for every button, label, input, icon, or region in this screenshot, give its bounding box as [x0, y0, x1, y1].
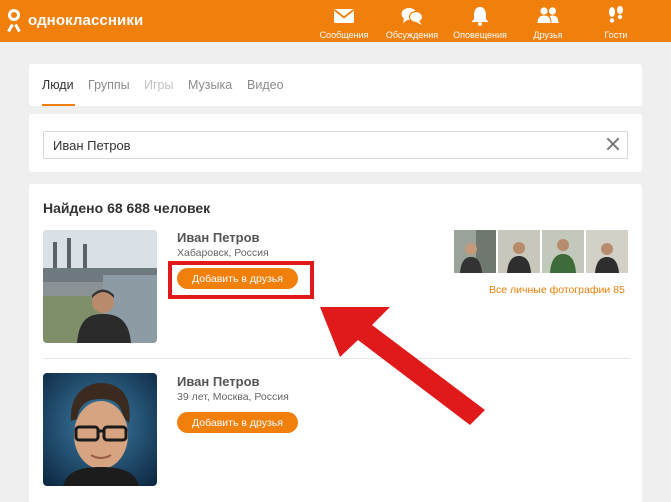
red-arrow-icon — [320, 307, 485, 425]
bell-icon — [471, 7, 489, 26]
results-count: Найдено 68 688 человек — [43, 200, 211, 216]
tab-people[interactable]: Люди — [42, 78, 74, 92]
top-nav: Сообщения Обсуждения Оповещения Друзья Г… — [310, 4, 650, 40]
nav-notifications-label: Оповещения — [453, 30, 507, 40]
photo-thumbnail[interactable] — [454, 230, 496, 273]
all-photos-link[interactable]: Все личные фотографии 85 — [489, 284, 625, 296]
tab-video[interactable]: Видео — [247, 78, 284, 92]
tab-music[interactable]: Музыка — [188, 78, 232, 92]
person-name-link[interactable]: Иван Петров — [177, 230, 260, 245]
photo-strip — [454, 230, 628, 273]
footprints-icon — [609, 6, 623, 23]
add-friend-button[interactable]: Добавить в друзья — [177, 412, 298, 433]
envelope-icon — [333, 9, 355, 23]
brand-name: одноклассники — [28, 11, 144, 29]
avatar[interactable] — [43, 230, 157, 343]
search-panel — [29, 114, 642, 172]
nav-discussions[interactable]: Обсуждения — [378, 4, 446, 40]
search-tabs: Люди Группы Игры Музыка Видео — [29, 64, 642, 106]
tab-groups[interactable]: Группы — [88, 78, 130, 92]
nav-discussions-label: Обсуждения — [385, 30, 439, 40]
chat-bubbles-icon — [401, 8, 423, 25]
avatar[interactable] — [43, 373, 157, 486]
top-bar: одноклассники Сообщения Обсуждения Опове… — [0, 0, 671, 42]
ok-logo-icon — [6, 9, 22, 33]
nav-guests-label: Гости — [604, 30, 628, 40]
nav-friends[interactable]: Друзья — [514, 4, 582, 40]
logo[interactable]: одноклассники — [6, 9, 144, 33]
people-icon — [537, 7, 559, 23]
nav-messages[interactable]: Сообщения — [310, 4, 378, 40]
tab-games[interactable]: Игры — [144, 78, 173, 92]
person-name-link[interactable]: Иван Петров — [177, 374, 260, 389]
search-input[interactable] — [43, 131, 628, 159]
nav-notifications[interactable]: Оповещения — [446, 4, 514, 40]
highlight-box — [168, 261, 314, 299]
photo-thumbnail[interactable] — [498, 230, 540, 273]
photo-thumbnail[interactable] — [586, 230, 628, 273]
person-age-location: 39 лет, Москва, Россия — [177, 391, 289, 403]
nav-friends-label: Друзья — [533, 30, 563, 40]
active-tab-indicator — [42, 104, 75, 106]
person-location: Хабаровск, Россия — [177, 247, 269, 259]
photo-thumbnail[interactable] — [542, 230, 584, 273]
nav-guests[interactable]: Гости — [582, 4, 650, 40]
nav-messages-label: Сообщения — [319, 30, 369, 40]
clear-search-icon[interactable] — [605, 136, 621, 152]
